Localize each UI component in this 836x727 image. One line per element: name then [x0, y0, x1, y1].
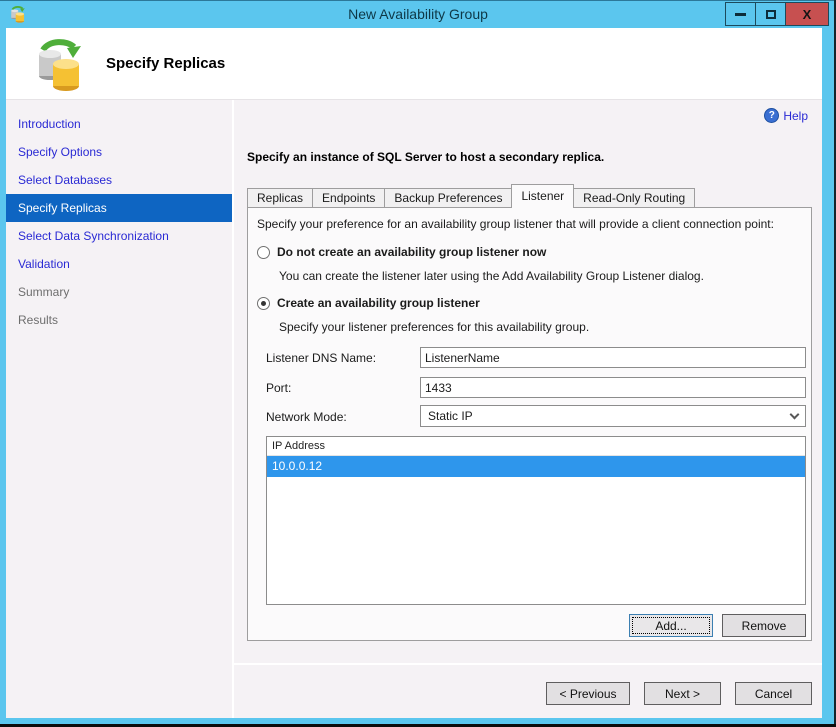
tab-read-only-routing[interactable]: Read-Only Routing	[573, 188, 696, 208]
wizard-header: Specify Replicas	[6, 28, 822, 100]
network-mode-select[interactable]: Static IP	[420, 405, 806, 427]
dns-name-label: Listener DNS Name:	[266, 351, 377, 365]
title-bar: New Availability Group X	[0, 0, 836, 28]
next-button[interactable]: Next >	[644, 682, 721, 705]
maximize-icon	[765, 9, 776, 19]
listener-intro-text: Specify your preference for an availabil…	[257, 217, 774, 231]
radio-create-listener[interactable]: Create an availability group listener	[257, 296, 480, 310]
port-label: Port:	[266, 381, 292, 395]
listener-tab-panel: Specify your preference for an availabil…	[247, 207, 812, 641]
sidebar-item-select-data-synchronization[interactable]: Select Data Synchronization	[6, 222, 232, 250]
sidebar-item-summary: Summary	[18, 285, 70, 299]
help-link[interactable]: ? Help	[764, 108, 808, 123]
sidebar-item-specify-replicas[interactable]: Specify Replicas	[6, 194, 232, 222]
wizard-navigation: < Previous Next > Cancel	[546, 682, 812, 705]
radio-do-not-create-label[interactable]: Do not create an availability group list…	[277, 245, 546, 259]
tab-endpoints[interactable]: Endpoints	[312, 188, 386, 208]
do-not-create-description: You can create the listener later using …	[279, 269, 704, 283]
page-title: Specify Replicas	[106, 55, 226, 72]
replica-tabs: Replicas Endpoints Backup Preferences Li…	[247, 184, 812, 208]
dialog-content: Specify Replicas Introduction Specify Op…	[6, 28, 822, 718]
new-availability-group-dialog: New Availability Group X Specify Replica…	[0, 0, 836, 727]
wizard-steps-sidebar: Introduction Specify Options Select Data…	[6, 100, 232, 718]
create-listener-description: Specify your listener preferences for th…	[279, 320, 590, 334]
network-mode-label: Network Mode:	[266, 410, 347, 424]
ip-list-actions: Add... Remove	[629, 614, 806, 637]
cancel-button[interactable]: Cancel	[735, 682, 812, 705]
sidebar-item-specify-options[interactable]: Specify Options	[6, 138, 232, 166]
add-ip-button[interactable]: Add...	[629, 614, 713, 637]
main-pane: ? Help Specify an instance of SQL Server…	[234, 100, 822, 718]
window-top-edge	[0, 0, 836, 1]
minimize-button[interactable]	[725, 2, 756, 26]
port-input[interactable]	[420, 377, 806, 398]
sidebar-item-introduction[interactable]: Introduction	[6, 110, 232, 138]
ip-address-list: IP Address 10.0.0.12	[266, 436, 806, 605]
sidebar-item-results: Results	[18, 313, 59, 327]
close-icon: X	[802, 6, 812, 22]
radio-do-not-create-listener[interactable]: Do not create an availability group list…	[257, 245, 546, 259]
footer-divider	[234, 663, 822, 665]
sidebar-item-select-databases[interactable]: Select Databases	[6, 166, 232, 194]
chevron-down-icon	[789, 409, 800, 420]
maximize-button[interactable]	[755, 2, 786, 26]
tab-listener[interactable]: Listener	[511, 184, 575, 208]
tab-backup-preferences[interactable]: Backup Preferences	[384, 188, 513, 208]
specify-replicas-icon	[39, 39, 81, 91]
close-button[interactable]: X	[785, 2, 829, 26]
help-label: Help	[783, 108, 808, 123]
window-controls: X	[725, 2, 829, 26]
wizard-body: Introduction Specify Options Select Data…	[6, 100, 822, 718]
sidebar-item-validation[interactable]: Validation	[6, 250, 232, 278]
minimize-icon	[735, 12, 746, 16]
tab-replicas[interactable]: Replicas	[247, 188, 314, 208]
ip-address-column-header[interactable]: IP Address	[267, 437, 805, 456]
network-mode-value: Static IP	[428, 409, 473, 423]
page-instruction: Specify an instance of SQL Server to hos…	[247, 150, 605, 164]
radio-checked-icon[interactable]	[257, 296, 270, 310]
dns-name-input[interactable]	[420, 347, 806, 368]
ip-address-row[interactable]: 10.0.0.12	[267, 456, 805, 477]
radio-unchecked-icon[interactable]	[257, 245, 270, 259]
help-icon: ?	[764, 108, 780, 123]
radio-create-label[interactable]: Create an availability group listener	[277, 296, 480, 310]
previous-button[interactable]: < Previous	[546, 682, 630, 705]
window-title: New Availability Group	[348, 6, 488, 22]
remove-ip-button[interactable]: Remove	[722, 614, 806, 637]
